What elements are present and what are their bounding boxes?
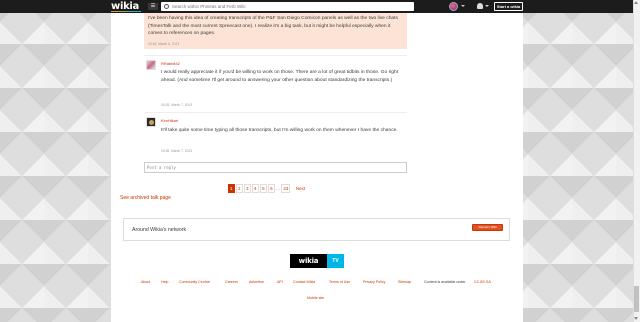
footer-link-sitemap[interactable]: Sitemap xyxy=(398,280,411,284)
reply-text: I would really appreciate it if you'd be… xyxy=(161,70,399,84)
reply-username[interactable]: KimHikari xyxy=(161,118,178,123)
post-reply-input[interactable]: Post a reply xyxy=(144,162,407,173)
avatar[interactable] xyxy=(146,117,156,127)
network-title: Around Wikia's network xyxy=(132,227,187,233)
mobile-site-link[interactable]: Mobile site xyxy=(307,296,324,300)
divider xyxy=(144,55,407,56)
scroll-down-arrow-icon[interactable] xyxy=(634,317,638,320)
footer-link-terms[interactable]: Terms of Use xyxy=(329,280,350,284)
random-wiki-button[interactable]: Random Wiki xyxy=(472,224,503,231)
notifications-icon[interactable] xyxy=(477,3,483,9)
footer-link-careers[interactable]: Careers xyxy=(225,280,238,284)
footer-link-contact[interactable]: Contact Wikia xyxy=(293,280,315,284)
message-timestamp[interactable]: 03:48, March 6, 2013 xyxy=(148,42,179,46)
next-page-link[interactable]: Next xyxy=(296,186,305,191)
pagination: 1 2 3 4 5 6 ... 23 Next xyxy=(228,184,305,193)
wikia-network-module: Around Wikia's network Random Wiki xyxy=(123,218,510,241)
avatar[interactable] xyxy=(146,60,156,70)
wikia-tv-logo-word: wikia xyxy=(290,254,327,268)
divider xyxy=(144,112,407,113)
message-text: I've been having this idea of creating t… xyxy=(148,16,398,37)
scroll-up-arrow-icon[interactable] xyxy=(634,1,638,4)
footer-links: About Help Community Central Careers Adv… xyxy=(111,280,523,286)
page-link-1[interactable]: 1 xyxy=(228,184,235,193)
pagination-ellipsis: ... xyxy=(276,186,280,191)
footer-link-help[interactable]: Help xyxy=(161,280,168,284)
footer-link-community-central[interactable]: Community Central xyxy=(179,280,210,284)
chevron-down-icon[interactable] xyxy=(461,5,465,7)
search-icon xyxy=(164,4,169,9)
reply-text: It'll take quite some time typing all th… xyxy=(161,128,398,133)
footer-link-advertise[interactable]: Advertise xyxy=(249,280,264,284)
chevron-down-icon[interactable] xyxy=(485,5,489,7)
archived-talk-page-link[interactable]: See archived talk page xyxy=(120,195,171,201)
page-link-5[interactable]: 5 xyxy=(260,184,267,193)
page-link-2[interactable]: 2 xyxy=(236,184,243,193)
wikia-tv-logo-suffix: TV xyxy=(327,254,344,268)
logo-underline xyxy=(111,11,141,12)
reply-item: RRabbit42 I would really appreciate it i… xyxy=(144,58,407,110)
reply-item: KimHikari It'll take quite some time typ… xyxy=(144,115,407,157)
reply-timestamp[interactable]: 04:35, March 7, 2013 xyxy=(161,149,192,153)
scrollbar-thumb[interactable] xyxy=(634,286,639,312)
footer-link-about[interactable]: About xyxy=(141,280,150,284)
footer-link-api[interactable]: API xyxy=(277,280,283,284)
page-link-6[interactable]: 6 xyxy=(268,184,275,193)
search-field[interactable] xyxy=(161,2,414,11)
footer-license-link[interactable]: CC-BY-SA xyxy=(474,280,491,284)
global-navigation: wikia ☰ Start a wikia xyxy=(0,0,633,13)
wikia-tv-banner[interactable]: wikia TV xyxy=(290,254,344,268)
page-link-3[interactable]: 3 xyxy=(244,184,251,193)
footer-license-text: Content is available under xyxy=(424,280,466,284)
start-a-wikia-button[interactable]: Start a wikia xyxy=(494,2,523,11)
hubs-menu-icon[interactable]: ☰ xyxy=(148,3,158,10)
reply-username[interactable]: RRabbit42 xyxy=(161,61,180,66)
page-link-4[interactable]: 4 xyxy=(252,184,259,193)
highlighted-message: I've been having this idea of creating t… xyxy=(144,13,407,49)
user-avatar[interactable] xyxy=(449,2,458,11)
scrollbar[interactable] xyxy=(633,0,640,322)
reply-timestamp[interactable]: 04:25, March 7, 2013 xyxy=(161,103,192,107)
page-link-last[interactable]: 23 xyxy=(281,184,291,193)
search-input[interactable] xyxy=(172,4,402,9)
footer-link-privacy[interactable]: Privacy Policy xyxy=(363,280,385,284)
